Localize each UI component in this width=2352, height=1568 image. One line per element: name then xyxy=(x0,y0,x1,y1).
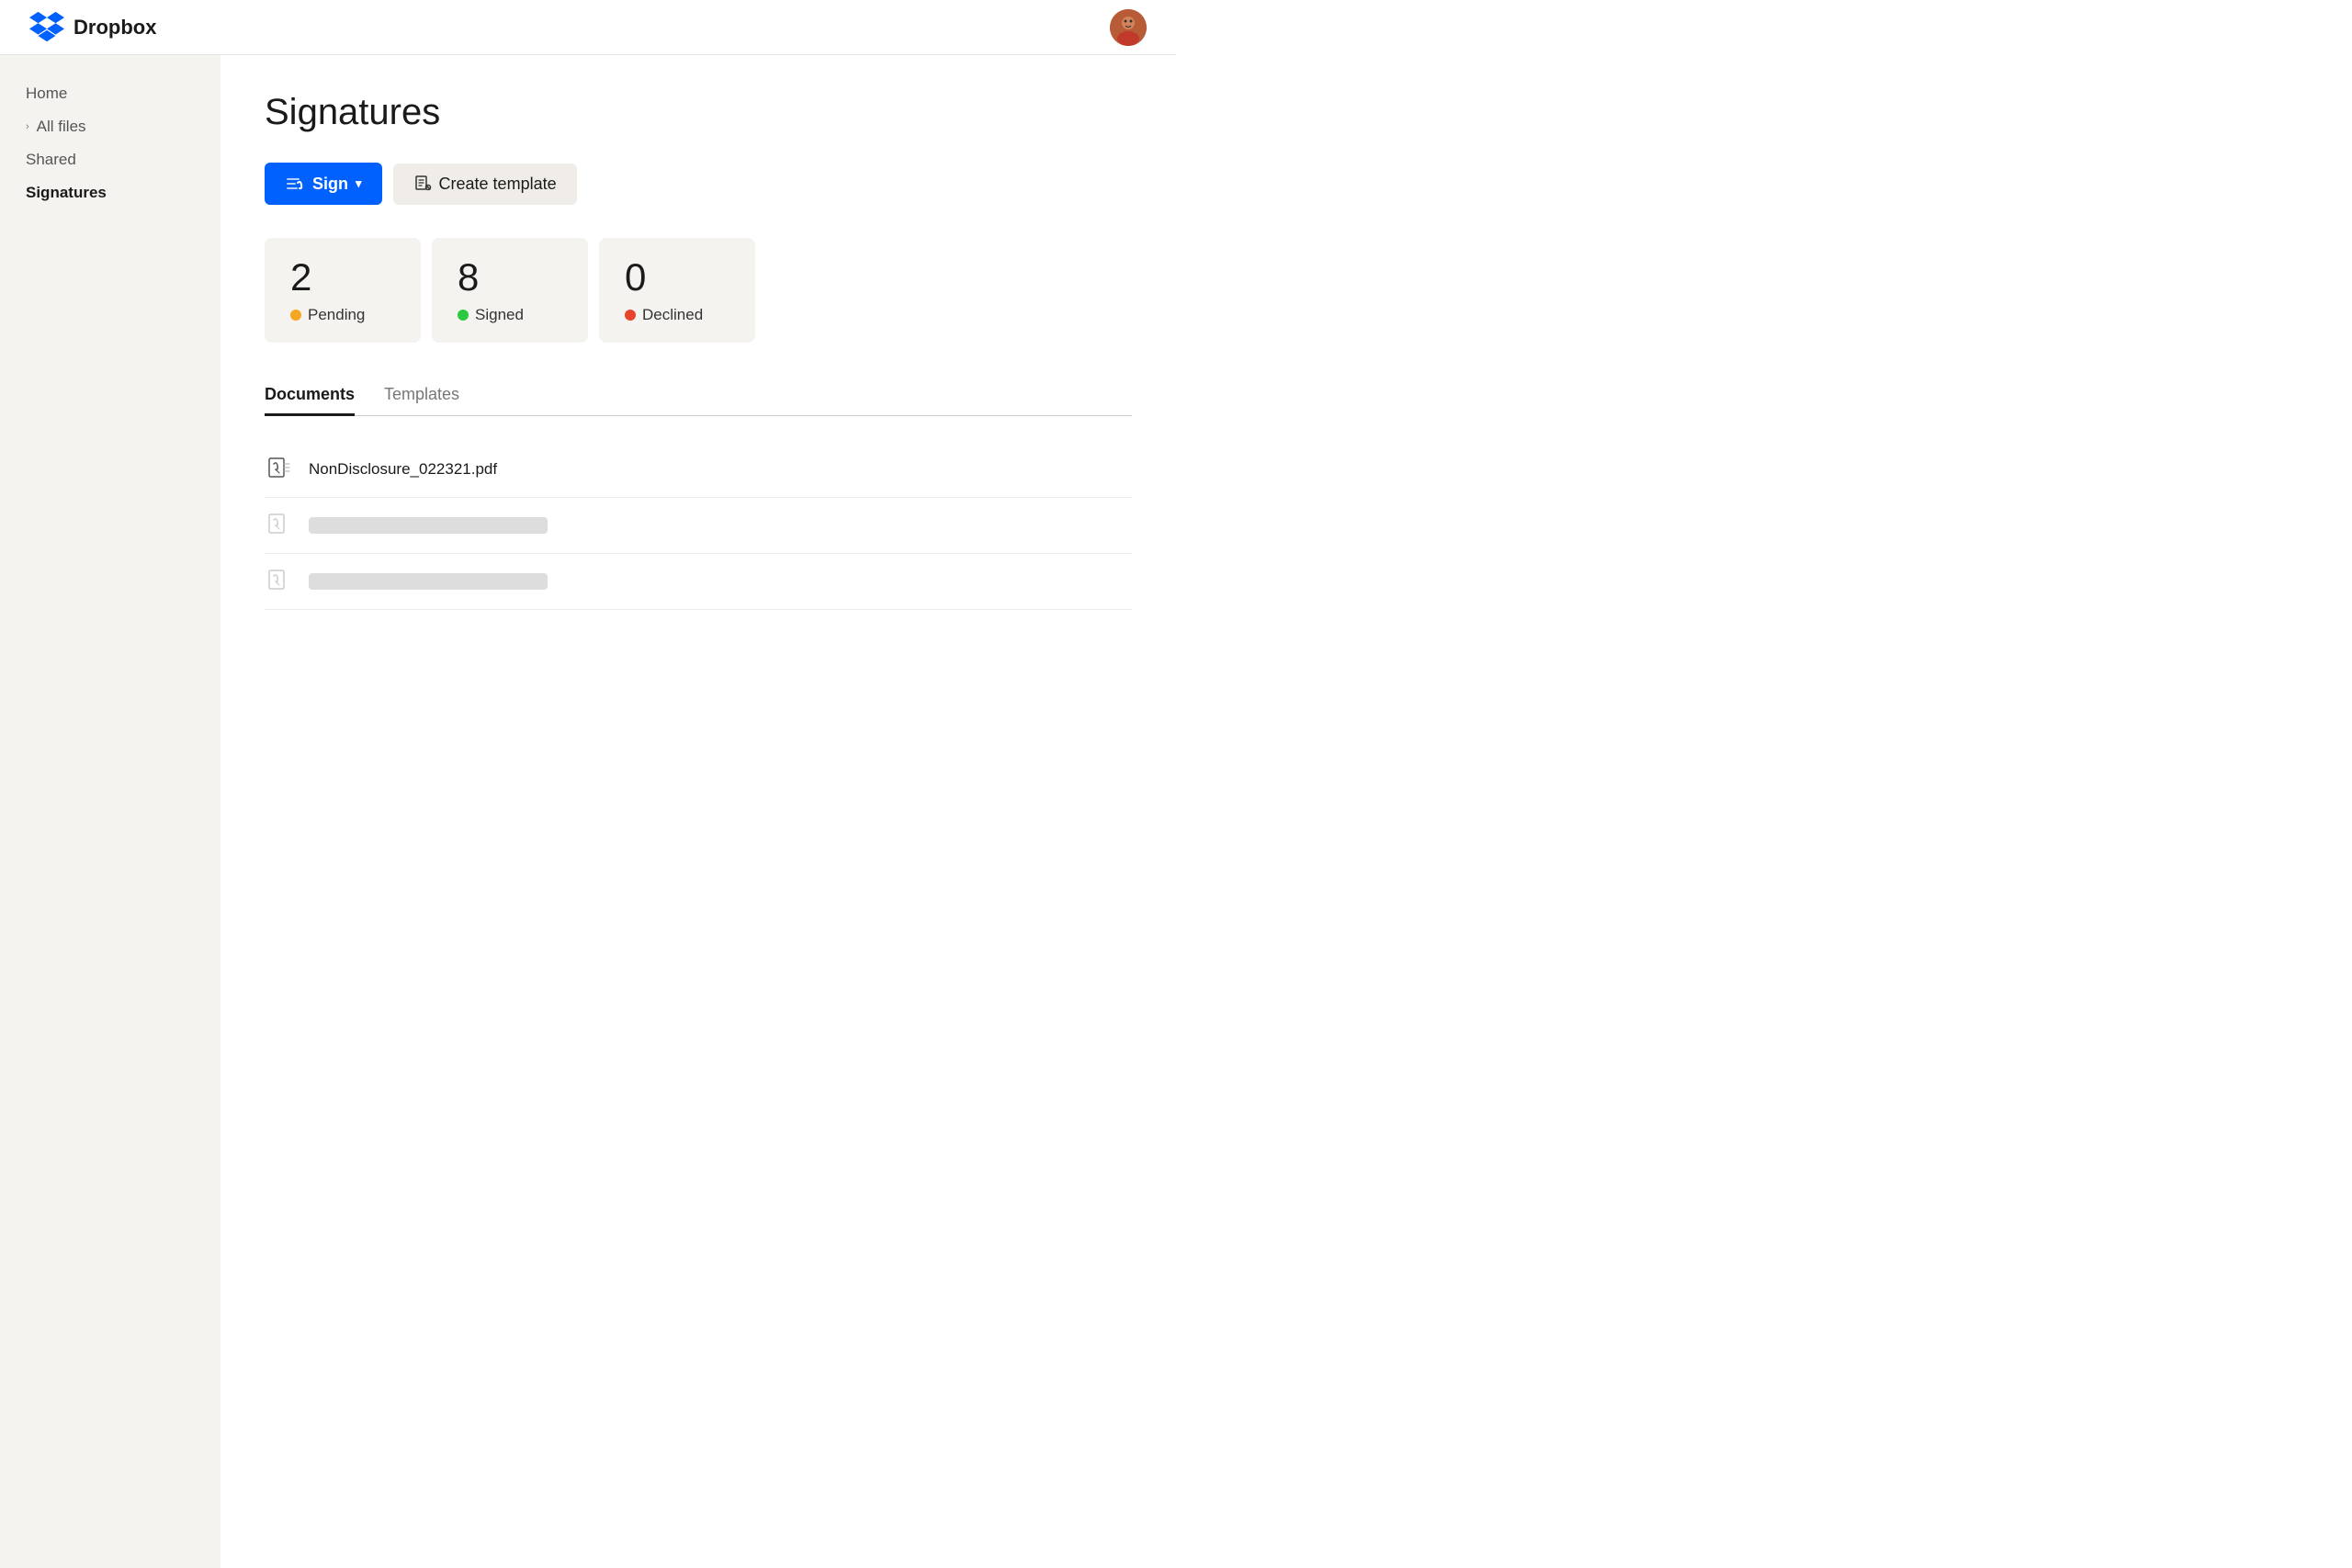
main-layout: Home › All files Shared Signatures Signa… xyxy=(0,55,1176,1568)
declined-dot-icon xyxy=(625,310,636,321)
sidebar-item-home[interactable]: Home xyxy=(0,77,220,110)
signed-dot-icon xyxy=(458,310,469,321)
document-icon-skeleton xyxy=(265,511,294,540)
document-list: NonDisclosure_022321.pdf xyxy=(265,442,1132,610)
create-template-label: Create template xyxy=(439,175,557,194)
signed-count: 8 xyxy=(458,256,562,299)
create-template-button[interactable]: Create template xyxy=(393,164,577,205)
pending-count: 2 xyxy=(290,256,395,299)
stats-row: 2 Pending 8 Signed 0 Declined xyxy=(265,238,1132,343)
brand-name: Dropbox xyxy=(74,16,156,39)
document-name-skeleton xyxy=(309,573,548,590)
declined-label-text: Declined xyxy=(642,306,703,324)
action-row: Sign ▾ Create template xyxy=(265,163,1132,205)
sign-chevron-icon: ▾ xyxy=(356,176,362,191)
document-name: NonDisclosure_022321.pdf xyxy=(309,460,497,479)
dropbox-logo-icon xyxy=(29,10,64,45)
sidebar-item-label: Shared xyxy=(26,151,76,169)
signed-label: Signed xyxy=(458,306,562,324)
sign-icon xyxy=(285,174,305,194)
pdf-signature-icon xyxy=(266,457,292,482)
page-title: Signatures xyxy=(265,92,1132,133)
pdf-signature-icon-2 xyxy=(266,513,292,538)
sidebar: Home › All files Shared Signatures xyxy=(0,55,220,1568)
chevron-right-icon: › xyxy=(26,121,29,132)
list-item[interactable]: NonDisclosure_022321.pdf xyxy=(265,442,1132,498)
stat-card-signed: 8 Signed xyxy=(432,238,588,343)
template-icon xyxy=(413,175,432,193)
stat-card-declined: 0 Declined xyxy=(599,238,755,343)
pending-label: Pending xyxy=(290,306,395,324)
document-icon xyxy=(265,455,294,484)
pending-label-text: Pending xyxy=(308,306,365,324)
tab-templates[interactable]: Templates xyxy=(384,376,459,416)
list-item xyxy=(265,554,1132,610)
sidebar-item-label: Home xyxy=(26,85,67,103)
tab-documents[interactable]: Documents xyxy=(265,376,355,416)
sign-button[interactable]: Sign ▾ xyxy=(265,163,382,205)
declined-count: 0 xyxy=(625,256,729,299)
pdf-signature-icon-3 xyxy=(266,569,292,594)
signed-label-text: Signed xyxy=(475,306,524,324)
sidebar-item-signatures[interactable]: Signatures xyxy=(0,176,220,209)
logo-area: Dropbox xyxy=(29,10,156,45)
document-icon-skeleton xyxy=(265,567,294,596)
sign-button-label: Sign xyxy=(312,175,348,194)
sidebar-item-shared[interactable]: Shared xyxy=(0,143,220,176)
sidebar-item-label: Signatures xyxy=(26,184,107,202)
tabs-row: Documents Templates xyxy=(265,376,1132,416)
sidebar-item-label: All files xyxy=(37,118,86,136)
user-avatar[interactable] xyxy=(1110,9,1147,46)
avatar-image xyxy=(1110,9,1147,46)
topbar: Dropbox xyxy=(0,0,1176,55)
stat-card-pending: 2 Pending xyxy=(265,238,421,343)
main-content: Signatures Sign ▾ xyxy=(220,55,1176,1568)
document-name-skeleton xyxy=(309,517,548,534)
list-item xyxy=(265,498,1132,554)
declined-label: Declined xyxy=(625,306,729,324)
pending-dot-icon xyxy=(290,310,301,321)
sidebar-item-all-files[interactable]: › All files xyxy=(0,110,220,143)
